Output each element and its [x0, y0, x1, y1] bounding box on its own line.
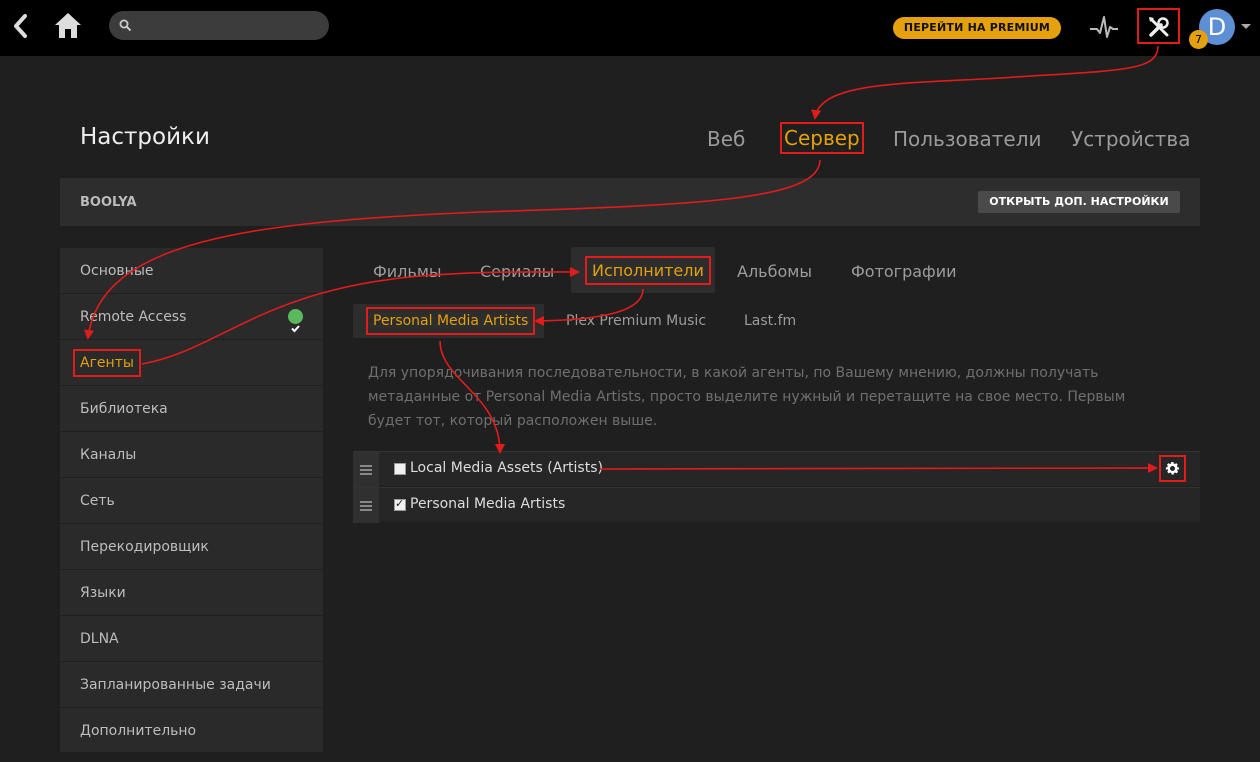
home-icon: [55, 13, 81, 38]
sidebar-item-remote-access[interactable]: Remote Access: [60, 294, 323, 340]
sidebar-item-general[interactable]: Основные: [60, 248, 323, 294]
sidebar-item-languages[interactable]: Языки: [60, 570, 323, 616]
sidebar-item-label: Библиотека: [80, 401, 168, 417]
home-button[interactable]: [52, 10, 84, 42]
chevron-left-icon: [14, 14, 27, 38]
agents-description: Для упорядочивания последовательности, в…: [368, 365, 1126, 429]
tab-plex-premium-music[interactable]: Plex Premium Music: [566, 313, 706, 329]
tab-devices[interactable]: Устройства: [1071, 127, 1190, 151]
sidebar-item-scheduled-tasks[interactable]: Запланированные задачи: [60, 662, 323, 708]
drag-handle-icon[interactable]: [353, 488, 379, 523]
sidebar-item-dlna[interactable]: DLNA: [60, 616, 323, 662]
activity-pulse-icon: [1090, 16, 1118, 38]
back-button[interactable]: [10, 12, 32, 40]
top-bar: ПЕРЕЙТИ НА PREMIUM D 7: [0, 0, 1260, 56]
server-name: BOOLYA: [80, 195, 137, 210]
tab-personal-media-artists[interactable]: Personal Media Artists: [366, 307, 536, 335]
sidebar-item-label: Основные: [80, 263, 154, 279]
sidebar-item-label: Языки: [80, 585, 126, 601]
gear-icon: [1165, 461, 1180, 475]
tab-users[interactable]: Пользователи: [893, 127, 1042, 151]
search-icon: [119, 19, 132, 32]
sidebar-item-label: DLNA: [80, 631, 119, 647]
agent-row-local-media-assets[interactable]: Local Media Assets (Artists): [353, 451, 1200, 487]
sidebar-item-agents[interactable]: Агенты: [60, 340, 323, 386]
tab-movies[interactable]: Фильмы: [373, 262, 442, 281]
sidebar-item-network[interactable]: Сеть: [60, 478, 323, 524]
server-header: BOOLYA ОТКРЫТЬ ДОП. НАСТРОЙКИ: [60, 178, 1200, 226]
go-premium-button[interactable]: ПЕРЕЙТИ НА PREMIUM: [893, 17, 1061, 39]
sidebar-item-label: Дополнительно: [80, 723, 197, 739]
sidebar-item-channels[interactable]: Каналы: [60, 432, 323, 478]
tab-shows[interactable]: Сериалы: [480, 262, 554, 281]
agent-settings-button[interactable]: [1159, 455, 1186, 482]
sidebar-item-label: Remote Access: [80, 309, 187, 325]
tab-web[interactable]: Веб: [707, 127, 745, 151]
tab-photos[interactable]: Фотографии: [851, 262, 957, 281]
tab-albums[interactable]: Альбомы: [737, 262, 812, 281]
agent-checkbox[interactable]: [394, 497, 406, 511]
tab-lastfm[interactable]: Last.fm: [744, 313, 796, 329]
sidebar-item-label: Агенты: [73, 349, 141, 377]
page-title: Настройки: [80, 124, 210, 150]
activity-button[interactable]: [1089, 14, 1119, 40]
wrench-screwdriver-icon: [1149, 17, 1169, 37]
agent-row-personal-media-artists[interactable]: Personal Media Artists: [353, 487, 1200, 523]
sidebar-item-label: Перекодировщик: [80, 539, 209, 555]
drag-handle-icon[interactable]: [353, 452, 379, 487]
check-circle-icon: [288, 309, 303, 333]
agent-name: Local Media Assets (Artists): [410, 460, 603, 476]
sidebar-item-library[interactable]: Библиотека: [60, 386, 323, 432]
sidebar-item-label: Сеть: [80, 493, 115, 509]
sidebar-item-label: Каналы: [80, 447, 137, 463]
sidebar-item-extras[interactable]: Дополнительно: [60, 708, 323, 754]
agent-checkbox[interactable]: [394, 463, 406, 475]
settings-tools-button[interactable]: [1137, 8, 1180, 44]
agent-name: Personal Media Artists: [410, 496, 566, 512]
notification-badge: 7: [1189, 30, 1208, 49]
settings-sidebar: Основные Remote Access Агенты Библиотека…: [60, 248, 323, 752]
sidebar-item-label: Запланированные задачи: [80, 677, 271, 693]
tab-server[interactable]: Сервер: [780, 122, 864, 154]
tab-artists[interactable]: Исполнители: [585, 256, 711, 285]
sidebar-item-transcoder[interactable]: Перекодировщик: [60, 524, 323, 570]
show-advanced-button[interactable]: ОТКРЫТЬ ДОП. НАСТРОЙКИ: [978, 191, 1180, 213]
search-input[interactable]: [109, 11, 329, 40]
arrow-tools-to-server: [811, 45, 1159, 120]
chevron-down-icon[interactable]: [1241, 24, 1251, 29]
